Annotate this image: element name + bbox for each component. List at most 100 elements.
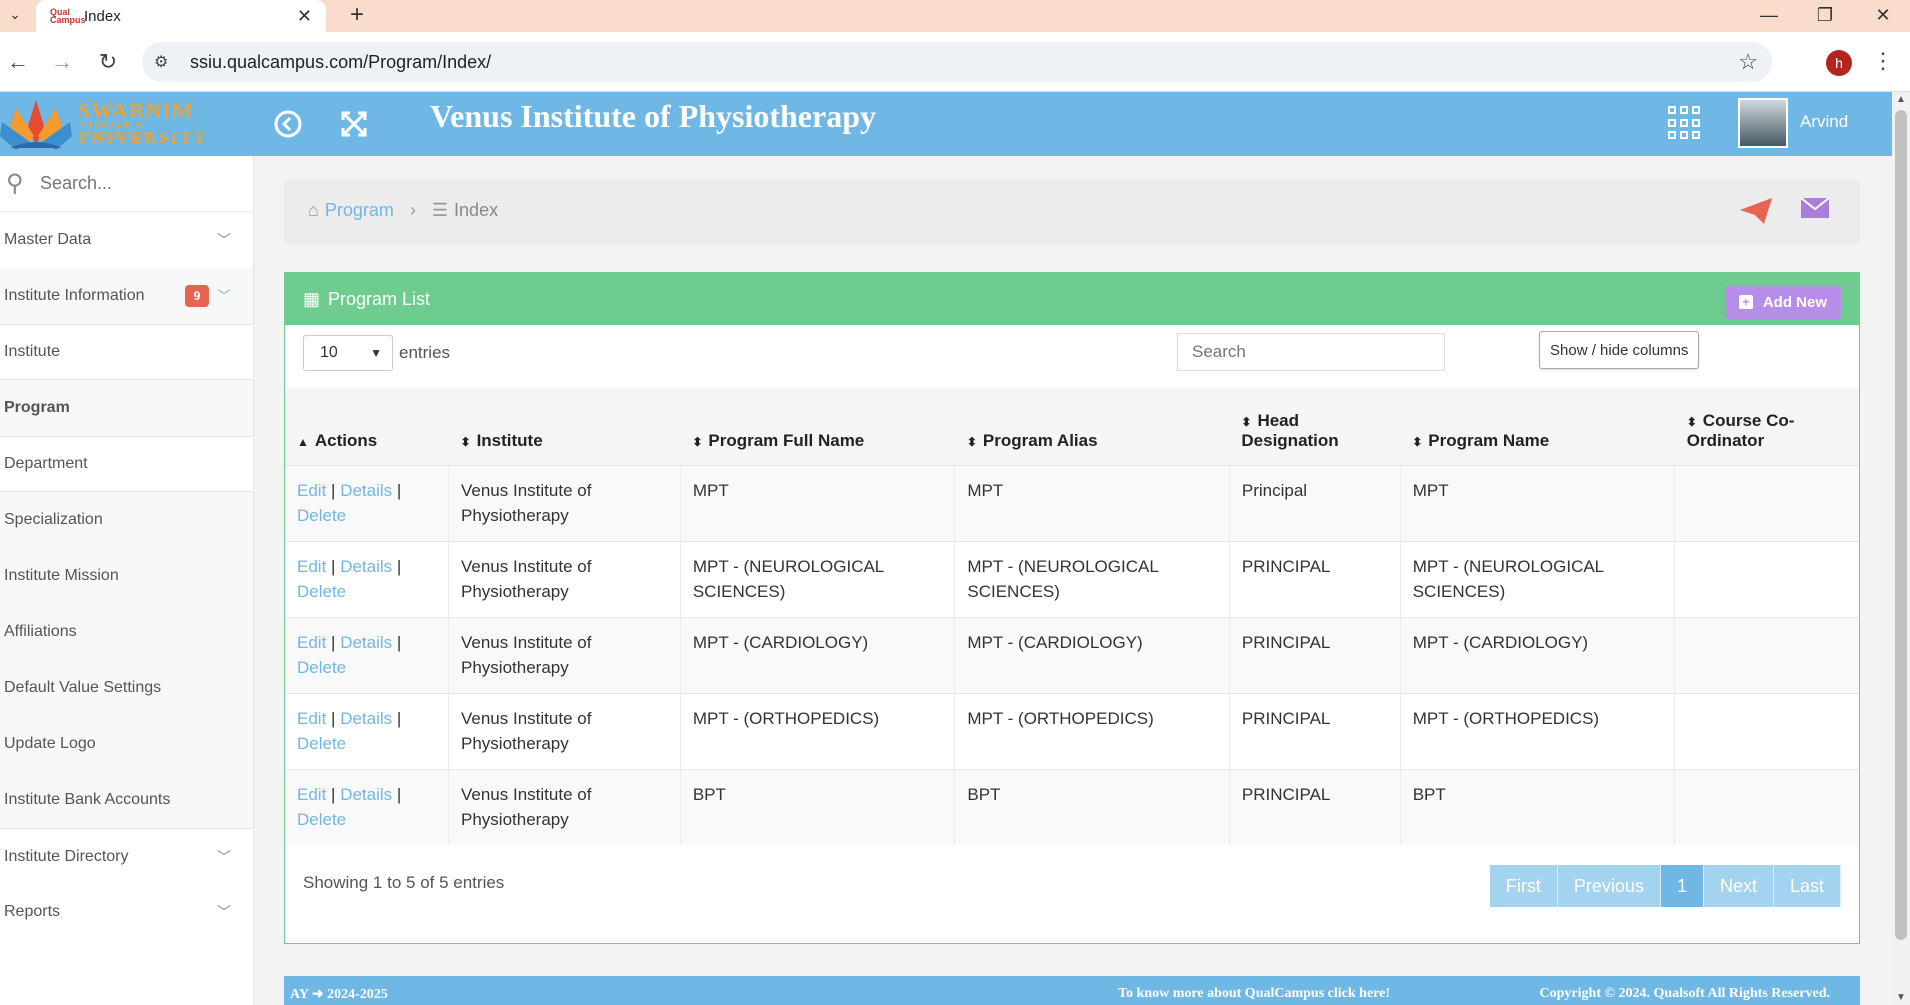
minimize-icon[interactable]: — xyxy=(1744,0,1794,30)
sidebar-item-program[interactable]: Program xyxy=(0,380,253,436)
details-link[interactable]: Details xyxy=(340,709,392,728)
sidebar-item-institute-directory[interactable]: Institute Directory ﹀ xyxy=(0,828,253,884)
scrollbar-thumb[interactable] xyxy=(1895,110,1907,940)
sidebar-search-input[interactable] xyxy=(40,173,230,194)
institute-cell: Venus Institute of Physiotherapy xyxy=(448,769,681,845)
sidebar-item-institute-bank-accounts[interactable]: Institute Bank Accounts xyxy=(0,772,253,828)
sidebar-item-reports[interactable]: Reports ﹀ xyxy=(0,884,253,940)
column-header-program-alias[interactable]: ⬍ Program Alias xyxy=(955,387,1230,465)
column-header-institute[interactable]: ⬍ Institute xyxy=(449,387,681,465)
column-header-course-coordinator[interactable]: ⬍ Course Co-Ordinator xyxy=(1675,387,1859,465)
page-scrollbar[interactable]: ▲ ▼ xyxy=(1892,92,1910,1005)
delete-link[interactable]: Delete xyxy=(297,810,346,829)
restore-icon[interactable]: ❐ xyxy=(1800,0,1850,30)
tab-search-chevron-icon[interactable]: ⌄ xyxy=(0,0,30,28)
column-header-actions[interactable]: ▲ Actions xyxy=(285,387,449,465)
chevron-down-icon: ﹀ xyxy=(217,848,231,865)
tab-close-icon[interactable]: ✕ xyxy=(297,6,312,27)
browser-tab[interactable]: Qual Campus Index ✕ xyxy=(36,0,326,32)
reload-icon[interactable]: ↻ xyxy=(92,46,124,78)
new-tab-icon[interactable]: + xyxy=(340,0,374,30)
sidebar-item-label: Master Data xyxy=(4,231,92,248)
details-link[interactable]: Details xyxy=(340,481,392,500)
site-info-icon[interactable]: ⚙ xyxy=(154,52,180,72)
sidebar-item-specialization[interactable]: Specialization xyxy=(0,492,253,548)
table-search-input[interactable] xyxy=(1177,333,1445,371)
details-link[interactable]: Details xyxy=(340,557,392,576)
edit-link[interactable]: Edit xyxy=(297,633,326,652)
delete-link[interactable]: Delete xyxy=(297,582,346,601)
institute-cell: Venus Institute of Physiotherapy xyxy=(448,617,681,693)
sidebar-item-label: Institute xyxy=(4,343,61,360)
pager-first-button[interactable]: First xyxy=(1489,865,1558,907)
course-coordinator-cell xyxy=(1675,693,1859,769)
university-logo[interactable]: SWARNIM STARTUP & INNOVATION UNIVERSITY xyxy=(0,92,218,156)
head-designation-cell: Principal xyxy=(1229,465,1401,541)
program-alias-cell: MPT - (ORTHOPEDICS) xyxy=(954,693,1230,769)
sidebar-item-institute-mission[interactable]: Institute Mission xyxy=(0,548,253,604)
table-icon: ▦ xyxy=(303,288,321,309)
sidebar-item-institute[interactable]: Institute xyxy=(0,324,253,380)
profile-avatar[interactable]: h xyxy=(1826,50,1852,76)
sidebar-item-label: Institute Mission xyxy=(4,567,119,584)
entries-select[interactable]: 10 ▼ xyxy=(303,335,393,371)
omnibox[interactable]: ⚙ ssiu.qualcampus.com/Program/Index/ ☆ xyxy=(142,42,1772,82)
paper-plane-icon[interactable] xyxy=(1740,198,1772,231)
head-designation-cell: PRINCIPAL xyxy=(1229,617,1401,693)
sort-icon: ⬍ xyxy=(692,434,703,449)
user-name[interactable]: Arvind xyxy=(1800,112,1848,132)
details-link[interactable]: Details xyxy=(340,633,392,652)
delete-link[interactable]: Delete xyxy=(297,506,346,525)
add-new-button[interactable]: + Add New xyxy=(1724,285,1841,319)
chevron-down-icon: ﹀ xyxy=(217,232,231,248)
program-alias-cell: MPT xyxy=(954,465,1230,541)
sidebar-item-institute-information[interactable]: Institute Information 9 ﹀ xyxy=(0,268,253,324)
details-link[interactable]: Details xyxy=(340,785,392,804)
edit-link[interactable]: Edit xyxy=(297,785,326,804)
column-header-program-name[interactable]: ⬍ Program Name xyxy=(1400,387,1675,465)
bookmark-star-icon[interactable]: ☆ xyxy=(1738,49,1758,75)
sidebar-item-department[interactable]: Department xyxy=(0,436,253,492)
close-window-icon[interactable]: ✕ xyxy=(1858,0,1908,30)
logo-line-3: UNIVERSITY xyxy=(78,130,209,147)
mail-icon[interactable] xyxy=(1800,196,1830,220)
user-avatar[interactable] xyxy=(1738,98,1788,148)
forward-icon[interactable]: → xyxy=(46,46,78,78)
breadcrumb-program-link[interactable]: Program xyxy=(325,200,394,221)
pager-page-1-button[interactable]: 1 xyxy=(1660,865,1704,907)
pager-next-button[interactable]: Next xyxy=(1703,865,1774,907)
edit-link[interactable]: Edit xyxy=(297,709,326,728)
pager-last-button[interactable]: Last xyxy=(1773,865,1841,907)
scroll-down-icon[interactable]: ▼ xyxy=(1896,992,1906,1003)
sidebar-item-default-value-settings[interactable]: Default Value Settings xyxy=(0,660,253,716)
apps-grid-icon[interactable] xyxy=(1668,106,1700,140)
sidebar: ⚲ Master Data ﹀ Institute Information 9 … xyxy=(0,156,254,1005)
back-circle-icon[interactable] xyxy=(272,108,304,140)
sidebar-item-master-data[interactable]: Master Data ﹀ xyxy=(0,212,253,268)
qualcampus-info-link[interactable]: To know more about QualCampus click here… xyxy=(1118,986,1390,1002)
institute-cell: Venus Institute of Physiotherapy xyxy=(448,693,681,769)
fullscreen-icon[interactable] xyxy=(338,108,370,140)
delete-link[interactable]: Delete xyxy=(297,734,346,753)
course-coordinator-cell xyxy=(1675,465,1859,541)
edit-link[interactable]: Edit xyxy=(297,557,326,576)
table-row: Edit | Details | Delete Venus Institute of… xyxy=(285,769,1859,845)
program-name-cell: MPT - (CARDIOLOGY) xyxy=(1400,617,1676,693)
column-header-head-designation[interactable]: ⬍ Head Designation xyxy=(1229,387,1400,465)
column-header-program-full-name[interactable]: ⬍ Program Full Name xyxy=(680,387,955,465)
showing-entries-text: Showing 1 to 5 of 5 entries xyxy=(303,873,505,892)
show-hide-columns-button[interactable]: Show / hide columns xyxy=(1539,331,1700,369)
delete-link[interactable]: Delete xyxy=(297,658,346,677)
table-controls: 10 ▼ entries Show / hide columns xyxy=(285,325,1859,387)
sidebar-item-affiliations[interactable]: Affiliations xyxy=(0,604,253,660)
url-text[interactable]: ssiu.qualcampus.com/Program/Index/ xyxy=(190,52,491,73)
browser-menu-icon[interactable]: ⋮ xyxy=(1872,48,1894,74)
entries-label: entries xyxy=(399,343,451,362)
sidebar-item-update-logo[interactable]: Update Logo xyxy=(0,716,253,772)
program-name-cell: MPT - (NEUROLOGICAL SCIENCES) xyxy=(1400,541,1676,617)
panel-title: Program List xyxy=(328,288,431,309)
back-icon[interactable]: ← xyxy=(2,46,34,78)
pager-previous-button[interactable]: Previous xyxy=(1557,865,1661,907)
scroll-up-icon[interactable]: ▲ xyxy=(1896,94,1906,105)
edit-link[interactable]: Edit xyxy=(297,481,326,500)
